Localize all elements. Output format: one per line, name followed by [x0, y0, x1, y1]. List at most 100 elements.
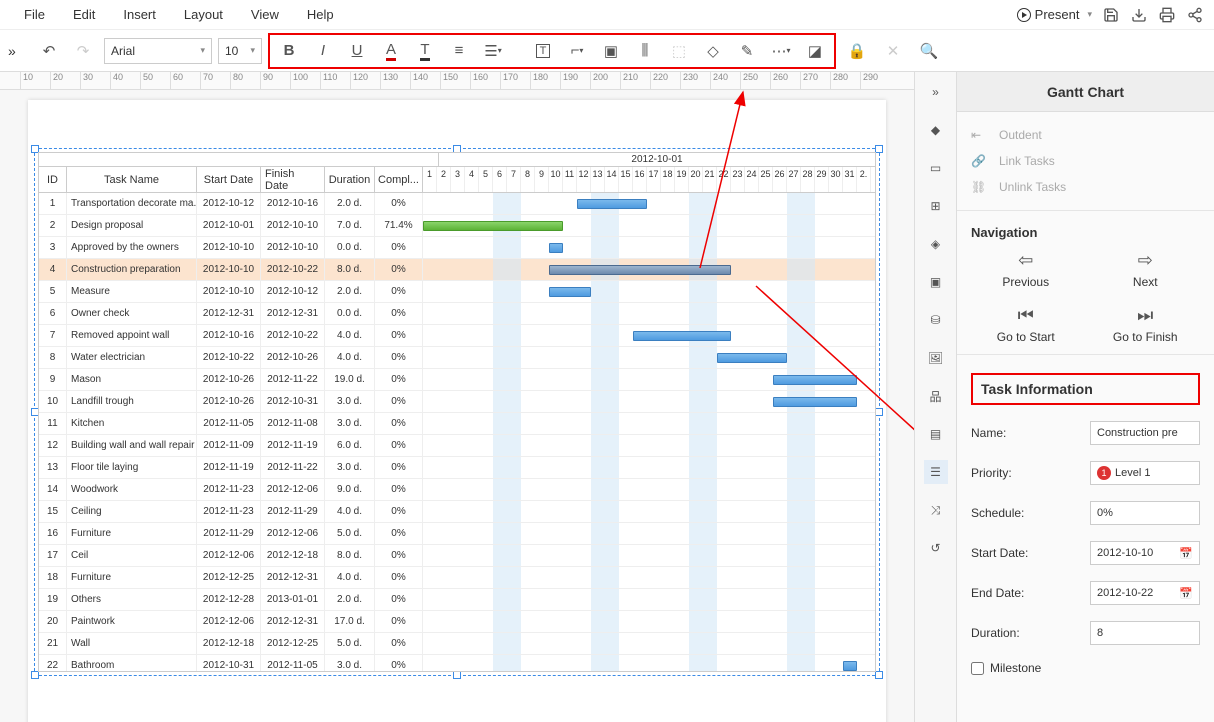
gantt-row[interactable]: 21Wall2012-12-182012-12-255.0 d.0%: [39, 633, 875, 655]
rail-gantt-icon[interactable]: ☰: [924, 460, 948, 484]
text-highlight-icon[interactable]: T: [410, 36, 440, 66]
gantt-row[interactable]: 11Kitchen2012-11-052012-11-083.0 d.0%: [39, 413, 875, 435]
underline-icon[interactable]: U: [342, 36, 372, 66]
name-input[interactable]: Construction pre: [1090, 421, 1200, 445]
text-box-icon[interactable]: T: [528, 36, 558, 66]
share-icon[interactable]: [1186, 6, 1204, 24]
present-button[interactable]: Present ▾: [1017, 7, 1092, 22]
align-icon[interactable]: ≡: [444, 36, 474, 66]
redo-icon[interactable]: ↷: [68, 36, 98, 66]
gantt-row[interactable]: 4Construction preparation2012-10-102012-…: [39, 259, 875, 281]
selection-handle[interactable]: [875, 408, 883, 416]
bold-icon[interactable]: B: [274, 36, 304, 66]
gantt-row[interactable]: 7Removed appoint wall2012-10-162012-10-2…: [39, 325, 875, 347]
gantt-row[interactable]: 5Measure2012-10-102012-10-122.0 d.0%: [39, 281, 875, 303]
gantt-bar[interactable]: [549, 265, 731, 275]
gantt-row[interactable]: 13Floor tile laying2012-11-192012-11-223…: [39, 457, 875, 479]
gantt-bar[interactable]: [717, 353, 787, 363]
link-tasks-action[interactable]: 🔗Link Tasks: [971, 148, 1200, 174]
col-start[interactable]: Start Date: [197, 167, 261, 192]
gantt-row[interactable]: 9Mason2012-10-262012-11-2219.0 d.0%: [39, 369, 875, 391]
rail-grid-icon[interactable]: ⊞: [924, 194, 948, 218]
col-complete[interactable]: Compl...: [375, 167, 423, 192]
rail-shuffle-icon[interactable]: ⤨: [924, 498, 948, 522]
line-spacing-icon[interactable]: ☰▾: [478, 36, 508, 66]
duration-input[interactable]: 8: [1090, 621, 1200, 645]
gantt-bar[interactable]: [577, 199, 647, 209]
gantt-bar[interactable]: [633, 331, 731, 341]
undo-icon[interactable]: ↶: [34, 36, 64, 66]
end-date-input[interactable]: 2012-10-22📅: [1090, 581, 1200, 605]
unlink-tasks-action[interactable]: ⛓Unlink Tasks: [971, 174, 1200, 200]
col-duration[interactable]: Duration: [325, 167, 375, 192]
menu-edit[interactable]: Edit: [59, 1, 109, 28]
rail-present-icon[interactable]: ▣: [924, 270, 948, 294]
italic-icon[interactable]: I: [308, 36, 338, 66]
gantt-bar[interactable]: [423, 221, 563, 231]
rail-fill-icon[interactable]: ◆: [924, 118, 948, 142]
gantt-row[interactable]: 2Design proposal2012-10-012012-10-107.0 …: [39, 215, 875, 237]
shape-style-icon[interactable]: ◪: [800, 36, 830, 66]
rail-image-icon[interactable]: 🖼: [924, 346, 948, 370]
expand-toolbar-icon[interactable]: »: [8, 43, 28, 59]
gantt-row[interactable]: 18Furniture2012-12-252012-12-314.0 d.0%: [39, 567, 875, 589]
rail-page-icon[interactable]: ▭: [924, 156, 948, 180]
gantt-row[interactable]: 1Transportation decorate ma...2012-10-12…: [39, 193, 875, 215]
font-color-icon[interactable]: A: [376, 36, 406, 66]
gantt-bar[interactable]: [549, 243, 563, 253]
start-date-input[interactable]: 2012-10-10📅: [1090, 541, 1200, 565]
save-icon[interactable]: [1102, 6, 1120, 24]
selection-handle[interactable]: [453, 671, 461, 679]
nav-finish[interactable]: ⏭Go to Finish: [1091, 305, 1201, 344]
gantt-row[interactable]: 10Landfill trough2012-10-262012-10-313.0…: [39, 391, 875, 413]
selection-handle[interactable]: [875, 145, 883, 153]
lock-icon[interactable]: 🔒: [842, 36, 872, 66]
nav-next[interactable]: ⇨Next: [1091, 250, 1201, 289]
selection-handle[interactable]: [875, 671, 883, 679]
line-style-icon[interactable]: ⋯▾: [766, 36, 796, 66]
gantt-row[interactable]: 20Paintwork2012-12-062012-12-3117.0 d.0%: [39, 611, 875, 633]
menu-file[interactable]: File: [10, 1, 59, 28]
gantt-row[interactable]: 15Ceiling2012-11-232012-11-294.0 d.0%: [39, 501, 875, 523]
gantt-row[interactable]: 3Approved by the owners2012-10-102012-10…: [39, 237, 875, 259]
gantt-row[interactable]: 16Furniture2012-11-292012-12-065.0 d.0%: [39, 523, 875, 545]
group-icon[interactable]: ⬚: [664, 36, 694, 66]
gantt-bar[interactable]: [773, 375, 857, 385]
rail-template-icon[interactable]: ▤: [924, 422, 948, 446]
gantt-bar[interactable]: [549, 287, 591, 297]
image-align-icon[interactable]: ▣: [596, 36, 626, 66]
tools-icon[interactable]: ✕: [878, 36, 908, 66]
pen-icon[interactable]: ✎: [732, 36, 762, 66]
gantt-row[interactable]: 12Building wall and wall repair2012-11-0…: [39, 435, 875, 457]
search-icon[interactable]: 🔍: [914, 36, 944, 66]
download-icon[interactable]: [1130, 6, 1148, 24]
rail-history-icon[interactable]: ↺: [924, 536, 948, 560]
menu-layout[interactable]: Layout: [170, 1, 237, 28]
col-name[interactable]: Task Name: [67, 167, 197, 192]
gantt-chart[interactable]: 2012-10-01 ID Task Name Start Date Finis…: [38, 152, 876, 672]
distribute-icon[interactable]: ⫼: [630, 36, 660, 66]
gantt-row[interactable]: 8Water electrician2012-10-222012-10-264.…: [39, 347, 875, 369]
rail-data-icon[interactable]: ⛁: [924, 308, 948, 332]
gantt-row[interactable]: 17Ceil2012-12-062012-12-188.0 d.0%: [39, 545, 875, 567]
rail-org-icon[interactable]: 品: [924, 384, 948, 408]
nav-start[interactable]: ⏮Go to Start: [971, 305, 1081, 344]
schedule-input[interactable]: 0%: [1090, 501, 1200, 525]
gantt-row[interactable]: 14Woodwork2012-11-232012-12-069.0 d.0%: [39, 479, 875, 501]
outdent-action[interactable]: ⇤Outdent: [971, 122, 1200, 148]
menu-view[interactable]: View: [237, 1, 293, 28]
fill-icon[interactable]: ◇: [698, 36, 728, 66]
gantt-bar[interactable]: [843, 661, 857, 671]
milestone-checkbox[interactable]: Milestone: [971, 653, 1200, 683]
font-select[interactable]: Arial▾: [104, 38, 212, 64]
menu-insert[interactable]: Insert: [109, 1, 170, 28]
print-icon[interactable]: [1158, 6, 1176, 24]
rail-expand-icon[interactable]: »: [924, 80, 948, 104]
rail-layers-icon[interactable]: ◈: [924, 232, 948, 256]
selection-handle[interactable]: [31, 671, 39, 679]
gantt-row[interactable]: 19Others2012-12-282013-01-012.0 d.0%: [39, 589, 875, 611]
col-id[interactable]: ID: [39, 167, 67, 192]
menu-help[interactable]: Help: [293, 1, 348, 28]
gantt-row[interactable]: 22Bathroom2012-10-312012-11-053.0 d.0%: [39, 655, 875, 671]
gantt-bar[interactable]: [773, 397, 857, 407]
